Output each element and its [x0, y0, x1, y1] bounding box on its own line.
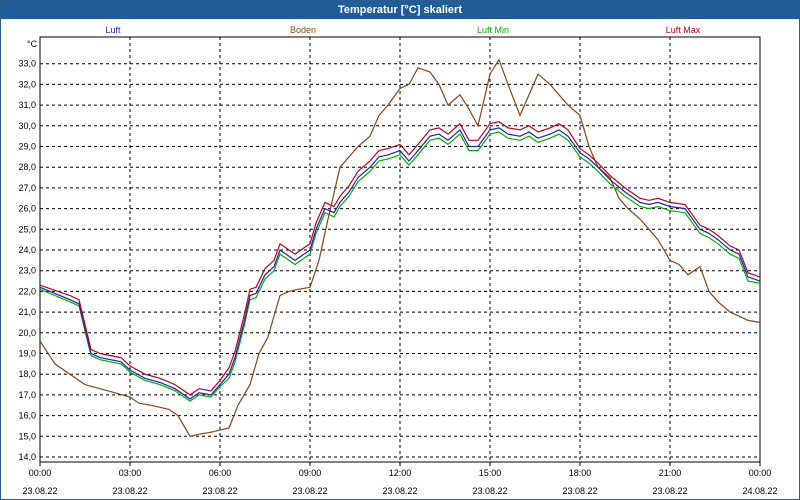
temperature-chart: 14,0 15,0 16,0 17,0 18,0 19,0 20,0 21,0 22,0 23,0… — [18, 25, 777, 496]
legend: Luft Boden Luft Min Luft Max — [105, 25, 700, 35]
x-tick-date: 23.08.22 — [112, 486, 147, 496]
legend-entry: Luft Max — [666, 25, 701, 35]
y-tick-label: 33,0 — [18, 59, 36, 69]
y-tick-label: 20,0 — [18, 328, 36, 338]
x-tick-date: 23.08.22 — [292, 486, 327, 496]
y-tick-label: 23,0 — [18, 266, 36, 276]
x-tick-date: 23.08.22 — [202, 486, 237, 496]
y-tick-label: 27,0 — [18, 183, 36, 193]
x-tick-time: 00:00 — [29, 468, 52, 478]
x-tick-date: 23.08.22 — [472, 486, 507, 496]
x-tick-time: 12:00 — [389, 468, 412, 478]
x-tick-labels: 00:00 23.08.22 03:00 23.08.22 06:00 23.08.22 0… — [22, 468, 777, 496]
y-tick-label: 28,0 — [18, 162, 36, 172]
x-tick-time: 18:00 — [569, 468, 592, 478]
y-tick-label: 31,0 — [18, 100, 36, 110]
x-tick-date: 24.08.22 — [742, 486, 777, 496]
y-tick-label: 16,0 — [18, 411, 36, 421]
y-tick-label: 14,0 — [18, 452, 36, 462]
x-tick-date: 23.08.22 — [22, 486, 57, 496]
y-tick-label: 30,0 — [18, 121, 36, 131]
x-tick-date: 23.08.22 — [652, 486, 687, 496]
y-tick-label: 18,0 — [18, 369, 36, 379]
x-tick-date: 23.08.22 — [382, 486, 417, 496]
y-tick-label: 29,0 — [18, 142, 36, 152]
x-tick-time: 03:00 — [119, 468, 142, 478]
x-tick-time: 09:00 — [299, 468, 322, 478]
y-axis-unit: °C — [27, 39, 38, 49]
y-tick-label: 22,0 — [18, 286, 36, 296]
y-tick-label: 25,0 — [18, 224, 36, 234]
y-tick-labels: 14,0 15,0 16,0 17,0 18,0 19,0 20,0 21,0 22,0 23,0… — [18, 59, 36, 462]
legend-entry: Boden — [290, 25, 316, 35]
legend-entry: Luft Min — [477, 25, 509, 35]
y-tick-label: 21,0 — [18, 307, 36, 317]
y-tick-label: 19,0 — [18, 349, 36, 359]
x-tick-time: 21:00 — [659, 468, 682, 478]
x-tick-time: 15:00 — [479, 468, 502, 478]
y-tick-label: 24,0 — [18, 245, 36, 255]
x-tick-time: 06:00 — [209, 468, 232, 478]
x-tick-time: 00:00 — [749, 468, 772, 478]
legend-entry: Luft — [105, 25, 121, 35]
y-tick-label: 15,0 — [18, 431, 36, 441]
y-tick-label: 26,0 — [18, 204, 36, 214]
y-tick-label: 32,0 — [18, 79, 36, 89]
x-tick-date: 23.08.22 — [562, 486, 597, 496]
y-tick-label: 17,0 — [18, 390, 36, 400]
